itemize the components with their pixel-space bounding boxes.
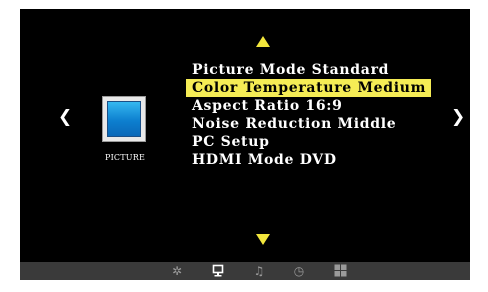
menu-item-color-temperature[interactable]: Color Temperature Medium xyxy=(186,79,431,97)
osd-screen: ❮ ❯ PICTURE Picture Mode Standard Color … xyxy=(20,9,470,280)
scroll-up-arrow-icon[interactable] xyxy=(256,36,270,47)
menu-item-noise-reduction[interactable]: Noise Reduction Middle xyxy=(186,115,431,133)
menu-item-hdmi-mode[interactable]: HDMI Mode DVD xyxy=(186,151,431,169)
tv-icon[interactable] xyxy=(209,262,227,280)
menu-item-aspect-ratio[interactable]: Aspect Ratio 16:9 xyxy=(186,97,431,115)
next-category-chevron-icon[interactable]: ❯ xyxy=(451,107,465,127)
previous-category-chevron-icon[interactable]: ❮ xyxy=(58,107,72,127)
picture-category-icon xyxy=(102,96,146,142)
settings-menu: Picture Mode Standard Color Temperature … xyxy=(186,61,431,169)
clock-icon[interactable]: ◷ xyxy=(290,262,308,280)
category-tab-bar: ✲ ♫ ◷ xyxy=(20,262,470,280)
picture-category-icon-screen xyxy=(107,101,141,137)
menu-item-picture-mode[interactable]: Picture Mode Standard xyxy=(186,61,431,79)
grid-icon[interactable] xyxy=(331,262,349,280)
sun-icon[interactable]: ✲ xyxy=(168,262,186,280)
music-note-icon[interactable]: ♫ xyxy=(250,262,268,280)
scroll-down-arrow-icon[interactable] xyxy=(256,234,270,245)
menu-item-pc-setup[interactable]: PC Setup xyxy=(186,133,431,151)
category-label: PICTURE xyxy=(104,153,145,162)
